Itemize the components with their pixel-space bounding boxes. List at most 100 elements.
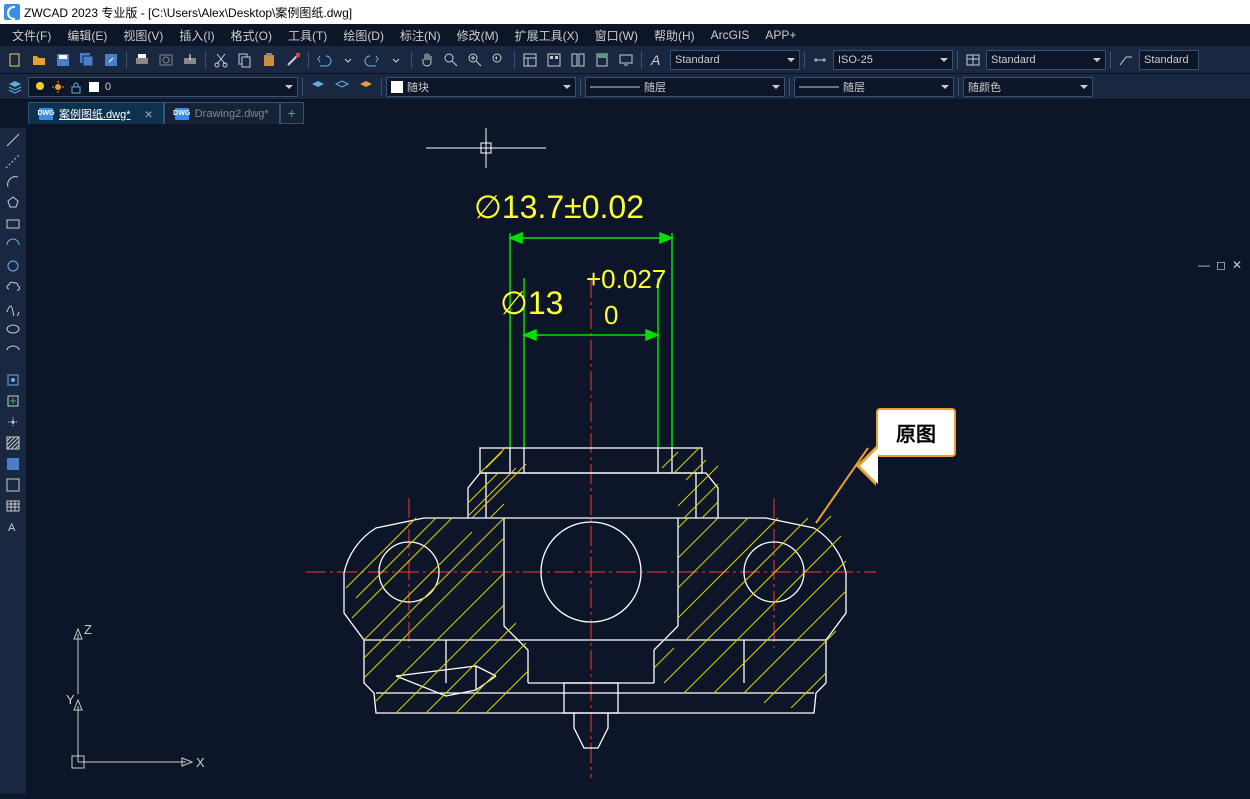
spline-tool-icon[interactable] [2, 298, 24, 318]
minimize-icon[interactable]: — [1198, 258, 1210, 272]
saveas-icon[interactable] [100, 49, 122, 71]
tab-label: Drawing2.dwg* [195, 108, 269, 120]
dim-style-icon[interactable] [809, 49, 831, 71]
menu-edit[interactable]: 编辑(E) [59, 25, 115, 46]
redo-dropdown-icon[interactable] [385, 49, 407, 71]
dwg-file-icon: DWG [39, 108, 53, 120]
title-bar: ZWCAD 2023 专业版 - [C:\Users\Alex\Desktop\… [0, 0, 1250, 24]
point-tool-icon[interactable] [2, 412, 24, 432]
tool-palettes-icon[interactable] [567, 49, 589, 71]
window-title: ZWCAD 2023 专业版 - [C:\Users\Alex\Desktop\… [24, 4, 352, 21]
separator [205, 51, 206, 69]
saveall-icon[interactable] [76, 49, 98, 71]
callout-text: 原图 [876, 408, 956, 457]
menu-view[interactable]: 视图(V) [115, 25, 171, 46]
undo-icon[interactable] [313, 49, 335, 71]
block-tool-icon[interactable] [2, 370, 24, 390]
svg-text:A: A [650, 52, 660, 68]
table-style-icon[interactable] [962, 49, 984, 71]
menu-draw[interactable]: 绘图(D) [335, 25, 392, 46]
circle-tool-icon[interactable] [2, 256, 24, 276]
zoom-prev-icon[interactable] [488, 49, 510, 71]
layer-prev-icon[interactable] [307, 76, 329, 98]
separator [308, 51, 309, 69]
menu-app[interactable]: APP+ [757, 26, 804, 44]
menu-help[interactable]: 帮助(H) [646, 25, 703, 46]
insert-block-icon[interactable] [2, 391, 24, 411]
revcloud-tool-icon[interactable] [2, 277, 24, 297]
mleader-style-icon[interactable] [1115, 49, 1137, 71]
region-tool-icon[interactable] [2, 475, 24, 495]
color-dropdown[interactable]: 随块 [386, 77, 576, 97]
document-tabs: DWG 案例图纸.dwg* × DWG Drawing2.dwg* + [0, 100, 1250, 124]
redo-icon[interactable] [361, 49, 383, 71]
table-style-dropdown[interactable]: Standard [986, 50, 1106, 70]
calculator-icon[interactable] [591, 49, 613, 71]
new-tab-button[interactable]: + [280, 102, 304, 124]
document-tab-active[interactable]: DWG 案例图纸.dwg* × [28, 102, 164, 124]
menu-file[interactable]: 文件(F) [4, 25, 59, 46]
hatch-tool-icon[interactable] [2, 433, 24, 453]
separator [789, 78, 790, 96]
mleader-style-dropdown[interactable]: Standard [1139, 50, 1199, 70]
plotstyle-dropdown[interactable]: 随颜色 [963, 77, 1093, 97]
menu-extend[interactable]: 扩展工具(X) [507, 25, 587, 46]
maximize-icon[interactable]: ◻ [1216, 258, 1226, 272]
paste-icon[interactable] [258, 49, 280, 71]
separator [126, 51, 127, 69]
publish-icon[interactable] [179, 49, 201, 71]
print-icon[interactable] [131, 49, 153, 71]
arc-tool-icon[interactable] [2, 172, 24, 192]
cleanscreen-icon[interactable] [615, 49, 637, 71]
layer-manager-icon[interactable] [4, 76, 26, 98]
separator [957, 51, 958, 69]
linetype-dropdown[interactable]: 随层 [585, 77, 785, 97]
dimension-text-2-lower: 0 [604, 300, 618, 330]
properties-icon[interactable] [519, 49, 541, 71]
plot-preview-icon[interactable] [155, 49, 177, 71]
drawing-canvas[interactable]: — ◻ ✕ [26, 128, 1250, 794]
menu-dimension[interactable]: 标注(N) [392, 25, 449, 46]
table-tool-icon[interactable] [2, 496, 24, 516]
lightbulb-icon [33, 80, 47, 94]
layer-states-icon[interactable] [331, 76, 353, 98]
copy-icon[interactable] [234, 49, 256, 71]
ellipse-arc-tool-icon[interactable] [2, 340, 24, 360]
menu-format[interactable]: 格式(O) [223, 25, 280, 46]
text-style-dropdown[interactable]: Standard [670, 50, 800, 70]
pan-icon[interactable] [416, 49, 438, 71]
undo-dropdown-icon[interactable] [337, 49, 359, 71]
open-file-icon[interactable] [28, 49, 50, 71]
text-tool-icon[interactable]: A [2, 517, 24, 537]
matchprop-icon[interactable] [282, 49, 304, 71]
svg-text:Y: Y [66, 694, 75, 707]
text-style-icon[interactable]: A [646, 49, 668, 71]
xline-tool-icon[interactable] [2, 151, 24, 171]
cut-icon[interactable] [210, 49, 232, 71]
menu-insert[interactable]: 插入(I) [171, 25, 222, 46]
document-tab[interactable]: DWG Drawing2.dwg* [164, 102, 280, 124]
dimension-text-2-main: ∅13 [500, 285, 563, 321]
lineweight-dropdown[interactable]: 随层 [794, 77, 954, 97]
save-icon[interactable] [52, 49, 74, 71]
polygon-tool-icon[interactable] [2, 193, 24, 213]
menu-window[interactable]: 窗口(W) [587, 25, 646, 46]
layer-iso-icon[interactable] [355, 76, 377, 98]
gradient-tool-icon[interactable] [2, 454, 24, 474]
design-center-icon[interactable] [543, 49, 565, 71]
menu-arcgis[interactable]: ArcGIS [703, 26, 758, 44]
dim-style-dropdown[interactable]: ISO-25 [833, 50, 953, 70]
arc3p-tool-icon[interactable] [2, 235, 24, 255]
zoom-realtime-icon[interactable] [440, 49, 462, 71]
close-tab-icon[interactable]: × [145, 106, 153, 122]
close-icon[interactable]: ✕ [1232, 258, 1242, 272]
menu-modify[interactable]: 修改(M) [449, 25, 507, 46]
menu-tools[interactable]: 工具(T) [280, 25, 335, 46]
ellipse-tool-icon[interactable] [2, 319, 24, 339]
new-file-icon[interactable] [4, 49, 26, 71]
zoom-window-icon[interactable] [464, 49, 486, 71]
line-tool-icon[interactable] [2, 130, 24, 150]
rectangle-tool-icon[interactable] [2, 214, 24, 234]
layer-toolbar: 0 随块 随层 随层 随颜色 [0, 74, 1250, 100]
layer-dropdown[interactable]: 0 [28, 77, 298, 97]
